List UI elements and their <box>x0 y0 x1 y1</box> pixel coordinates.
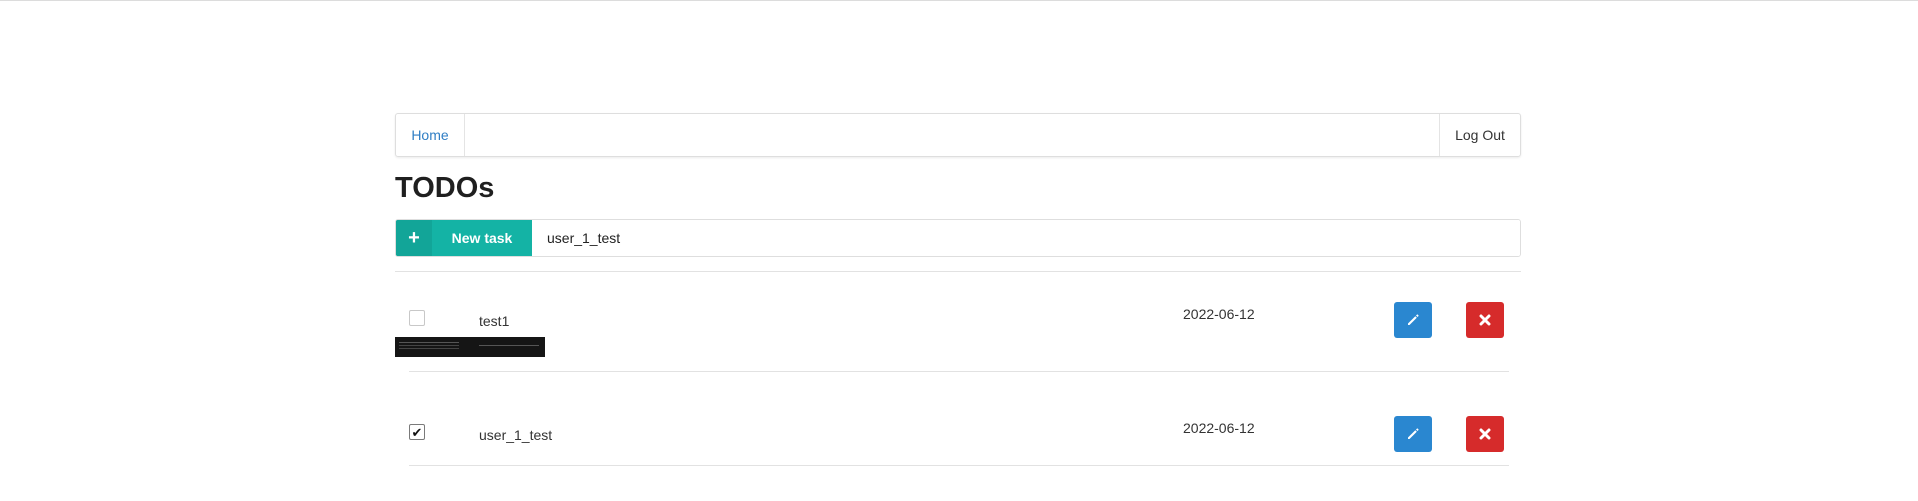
top-rule <box>0 0 1918 1</box>
page-title: TODOs <box>395 172 495 204</box>
new-task-bar: + New task <box>395 219 1521 257</box>
row-divider <box>409 465 1509 466</box>
todo-checkbox[interactable] <box>409 310 425 326</box>
edit-button[interactable] <box>1394 416 1432 452</box>
todo-thumbnail <box>395 337 545 357</box>
todo-checkbox[interactable]: ✔ <box>409 424 425 440</box>
new-task-button[interactable]: + New task <box>396 220 532 256</box>
todo-title: test1 <box>479 313 510 329</box>
new-task-input[interactable] <box>532 220 1520 256</box>
pencil-icon <box>1408 428 1419 439</box>
plus-icon: + <box>396 220 432 256</box>
delete-button[interactable] <box>1466 302 1504 338</box>
todo-date: 2022-06-12 <box>1183 420 1255 436</box>
nav-home-link[interactable]: Home <box>396 114 465 156</box>
new-task-button-label: New task <box>451 230 513 246</box>
todo-title: user_1_test <box>479 427 553 443</box>
delete-button[interactable] <box>1466 416 1504 452</box>
close-icon <box>1479 314 1491 326</box>
pencil-icon <box>1408 314 1419 325</box>
list-header-divider <box>395 271 1521 272</box>
close-icon <box>1479 428 1491 440</box>
nav-logout-link[interactable]: Log Out <box>1439 114 1520 156</box>
checkmark-icon: ✔ <box>411 424 423 440</box>
row-divider <box>409 371 1509 372</box>
edit-button[interactable] <box>1394 302 1432 338</box>
navbar: Home Log Out <box>395 113 1521 157</box>
todo-date: 2022-06-12 <box>1183 306 1255 322</box>
